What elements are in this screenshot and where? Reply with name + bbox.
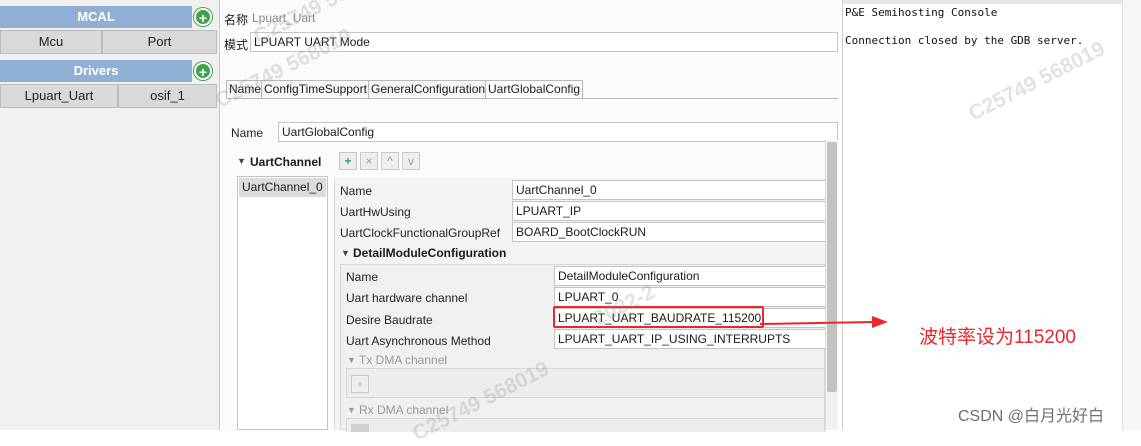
component-editor: 名称 Lpuart_Uart 模式 LPUART UART Mode Name … xyxy=(221,0,838,432)
detail-module-section-title: DetailModuleConfiguration xyxy=(353,246,507,260)
mode-field[interactable]: LPUART UART Mode xyxy=(250,32,838,52)
drivers-add-icon[interactable]: + xyxy=(194,62,212,80)
tab-uart-global-config[interactable]: UartGlobalConfig xyxy=(485,80,584,99)
editor-scrollbar-thumb[interactable] xyxy=(827,142,837,392)
uart-hw-using-field[interactable]: LPUART_IP xyxy=(512,201,838,221)
annotation-arrow xyxy=(759,316,888,328)
detail-collapse-icon[interactable]: ▼ xyxy=(341,248,350,258)
detail-name-label: Name xyxy=(346,270,379,284)
add-channel-icon[interactable]: + xyxy=(339,152,357,170)
tx-dma-add-icon[interactable]: + xyxy=(351,375,369,393)
move-up-icon[interactable]: ^ xyxy=(381,152,399,170)
move-down-icon[interactable]: v xyxy=(402,152,420,170)
mcal-section-title: MCAL xyxy=(77,9,115,24)
peripherals-panel: MCAL + Mcu Port Drivers + Lpuart_Uart os… xyxy=(0,0,220,430)
detail-name-field[interactable]: DetailModuleConfiguration xyxy=(554,266,838,286)
channel-list-item[interactable]: UartChannel_0 xyxy=(239,178,326,197)
mcal-add-icon[interactable]: + xyxy=(194,8,212,26)
module-button-lpuart-uart[interactable]: Lpuart_Uart xyxy=(0,84,118,108)
tx-dma-title: Tx DMA channel xyxy=(359,353,448,367)
rx-dma-collapse-icon[interactable]: ▼ xyxy=(347,405,356,415)
rx-dma-title: Rx DMA channel xyxy=(359,403,449,417)
uart-hw-using-label: UartHwUsing xyxy=(340,205,411,219)
drivers-section-header[interactable]: Drivers xyxy=(0,60,192,82)
annotation-text: 波特率设为115200 xyxy=(919,327,1076,348)
console-scrollbar[interactable] xyxy=(1122,0,1141,430)
editor-scrollbar[interactable] xyxy=(825,140,838,430)
clock-group-ref-label: UartClockFunctionalGroupRef xyxy=(340,226,501,240)
channel-collapse-icon[interactable]: ▼ xyxy=(237,156,246,166)
hw-channel-label: Uart hardware channel xyxy=(346,291,468,305)
component-name-value: Lpuart_Uart xyxy=(252,11,316,25)
hw-channel-field[interactable]: LPUART_0 xyxy=(554,287,838,307)
module-button-port[interactable]: Port xyxy=(102,30,217,54)
remove-channel-icon[interactable]: × xyxy=(360,152,378,170)
tx-dma-group xyxy=(346,368,825,398)
channel-name-field[interactable]: UartChannel_0 xyxy=(512,180,838,200)
async-method-label: Uart Asynchronous Method xyxy=(346,334,491,348)
tab-config-time-support[interactable]: ConfigTimeSupport xyxy=(261,80,370,98)
uart-channel-section-title: UartChannel xyxy=(250,155,322,169)
console-title: P&E Semihosting Console xyxy=(845,6,998,19)
component-name-label: 名称 xyxy=(224,13,249,27)
channel-list: UartChannel_0 xyxy=(237,176,328,430)
tab-name[interactable]: Name xyxy=(226,80,265,98)
clock-group-ref-field[interactable]: BOARD_BootClockRUN xyxy=(512,222,838,242)
module-button-osif[interactable]: osif_1 xyxy=(118,84,217,108)
semihosting-console: P&E Semihosting Console Connection close… xyxy=(842,0,1141,430)
desire-baudrate-label: Desire Baudrate xyxy=(346,313,433,327)
global-name-field[interactable]: UartGlobalConfig xyxy=(278,122,838,142)
channel-name-label: Name xyxy=(340,184,373,198)
mcal-section-header[interactable]: MCAL xyxy=(0,6,192,28)
tab-general-configuration[interactable]: GeneralConfiguration xyxy=(368,80,489,98)
console-message: Connection closed by the GDB server. xyxy=(845,34,1084,47)
csdn-watermark: CSDN @白月光好白 xyxy=(958,408,1105,425)
baudrate-highlight-box xyxy=(553,306,764,328)
module-button-mcu[interactable]: Mcu xyxy=(0,30,102,54)
tx-dma-collapse-icon[interactable]: ▼ xyxy=(347,355,356,365)
tab-divider xyxy=(226,98,838,99)
rx-dma-add-icon[interactable] xyxy=(351,424,369,432)
drivers-section-title: Drivers xyxy=(73,63,119,78)
console-cut-header xyxy=(843,0,1141,4)
mode-label: 模式 xyxy=(224,38,249,52)
global-name-label: Name xyxy=(231,126,264,140)
